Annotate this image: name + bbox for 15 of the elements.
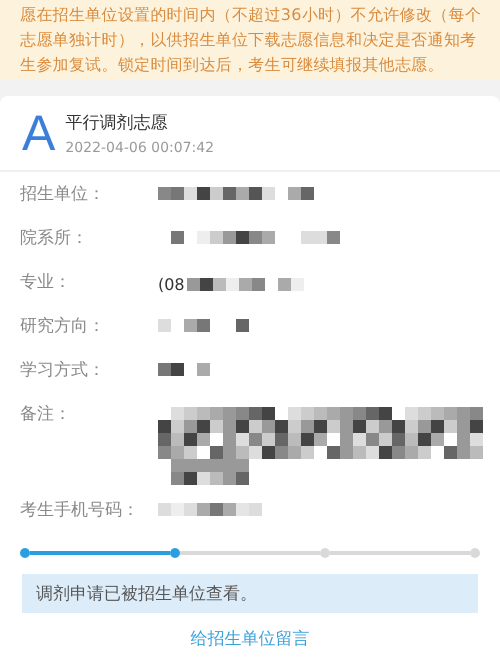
field-label: 研究方向： bbox=[20, 315, 106, 338]
field-label: 院系所： bbox=[20, 227, 89, 250]
field-value: (08 bbox=[158, 275, 185, 294]
timestamp: 2022-04-06 00:07:42 bbox=[65, 140, 214, 156]
field-label: 专业： bbox=[20, 271, 72, 294]
message-link[interactable]: 给招生单位留言 bbox=[0, 627, 500, 650]
field-label: 考生手机号码： bbox=[20, 499, 140, 522]
mosaic-drawing bbox=[158, 363, 210, 376]
field-label: 备注： bbox=[20, 403, 72, 426]
field-label: 学习方式： bbox=[20, 359, 106, 382]
notice-text: 愿在招生单位设置的时间内（不超过36小时）不允许修改（每个 志愿单独计时），以供招生单位下载志愿信息和决定是否通知考 生参加复试。锁定时间到达后，考生可继续填报其他志愿。 bbox=[20, 4, 482, 76]
badge-letter: A bbox=[22, 108, 56, 158]
card-title: 平行调剂志愿 bbox=[65, 112, 168, 134]
field-label: 招生单位： bbox=[20, 183, 106, 206]
status-message: 调剂申请已被招生单位查看。 bbox=[22, 574, 478, 613]
